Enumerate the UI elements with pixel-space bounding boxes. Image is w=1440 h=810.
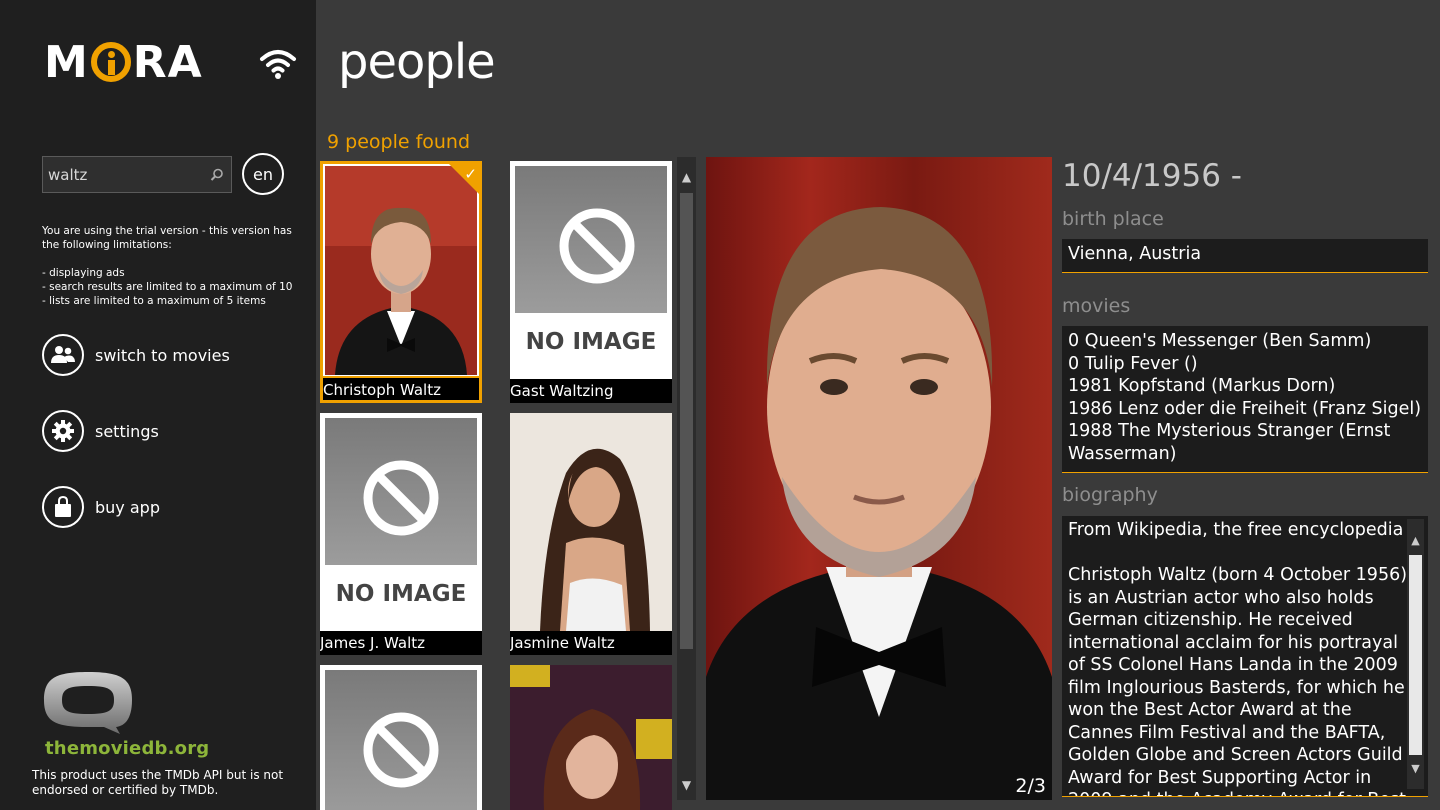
no-image-label: NO IMAGE bbox=[335, 581, 467, 607]
app-root: M RA en You are using the trial version … bbox=[0, 0, 1440, 810]
person-photo-large[interactable]: 2/3 bbox=[706, 157, 1052, 800]
gear-icon bbox=[42, 410, 84, 452]
people-list-scrollbar[interactable]: ▲ ▼ bbox=[677, 157, 696, 800]
movie-item[interactable]: 0 Tulip Fever () bbox=[1068, 353, 1422, 376]
switch-to-movies-label: switch to movies bbox=[95, 345, 230, 365]
switch-to-movies-button[interactable]: switch to movies bbox=[42, 334, 230, 376]
person-tile[interactable] bbox=[510, 665, 672, 810]
trial-notice: You are using the trial version - this v… bbox=[42, 224, 310, 308]
person-tile-james-j-waltz[interactable]: NO IMAGE James J. Waltz bbox=[320, 413, 482, 655]
no-image-placeholder bbox=[325, 670, 477, 810]
biography-panel[interactable]: From Wikipedia, the free encyclopedia Ch… bbox=[1062, 516, 1428, 797]
biography-heading: biography bbox=[1062, 484, 1158, 506]
scrollbar-thumb[interactable] bbox=[680, 193, 693, 649]
portrait-image bbox=[706, 157, 1052, 800]
no-image-icon bbox=[559, 208, 635, 284]
birth-place-value: Vienna, Austria bbox=[1062, 239, 1428, 273]
movie-item[interactable]: 1986 Lenz oder die Freiheit (Franz Sigel… bbox=[1068, 398, 1422, 421]
no-image-icon bbox=[363, 712, 439, 788]
movie-item[interactable]: 0 Queen's Messenger (Ben Samm) bbox=[1068, 330, 1422, 353]
search-input[interactable] bbox=[43, 165, 203, 184]
birth-date: 10/4/1956 - bbox=[1062, 158, 1242, 194]
movie-item[interactable]: 1988 The Mysterious Stranger (Ernst Wass… bbox=[1068, 420, 1422, 465]
person-tile[interactable] bbox=[320, 665, 482, 810]
selected-check-icon: ✓ bbox=[449, 164, 479, 194]
movie-item[interactable]: 1981 Kopfstand (Markus Dorn) bbox=[1068, 375, 1422, 398]
shopping-bag-icon bbox=[42, 486, 84, 528]
biography-text: From Wikipedia, the free encyclopedia Ch… bbox=[1068, 519, 1418, 796]
tmdb-disclaimer: This product uses the TMDb API but is no… bbox=[32, 768, 284, 797]
logo-text-right: RA bbox=[132, 36, 203, 88]
page-title: people bbox=[338, 34, 496, 90]
trial-line: - search results are limited to a maximu… bbox=[42, 281, 293, 293]
buy-app-label: buy app bbox=[95, 497, 160, 517]
search-icon[interactable] bbox=[203, 161, 231, 189]
photo-page-indicator: 2/3 bbox=[1015, 775, 1046, 797]
trial-line: - displaying ads bbox=[42, 267, 125, 279]
no-image-label: NO IMAGE bbox=[525, 329, 657, 355]
biography-body: Christoph Waltz (born 4 October 1956) is… bbox=[1068, 565, 1408, 796]
tmdb-logo-icon bbox=[44, 672, 132, 734]
scroll-down-icon[interactable]: ▼ bbox=[1407, 759, 1424, 779]
trial-line: You are using the trial version - this v… bbox=[42, 225, 292, 251]
scroll-down-icon[interactable]: ▼ bbox=[677, 775, 696, 795]
search-box bbox=[42, 156, 232, 193]
person-name: James J. Waltz bbox=[320, 631, 482, 655]
movies-heading: movies bbox=[1062, 295, 1131, 317]
person-name: Jasmine Waltz bbox=[510, 631, 672, 655]
person-photo bbox=[325, 166, 477, 375]
person-photo bbox=[510, 413, 672, 631]
biography-source: From Wikipedia, the free encyclopedia bbox=[1068, 520, 1404, 540]
tmdb-brand[interactable]: themoviedb.org bbox=[45, 738, 209, 759]
logo-info-icon bbox=[90, 42, 131, 82]
scrollbar-thumb[interactable] bbox=[1409, 555, 1422, 755]
no-image-icon bbox=[363, 460, 439, 536]
person-tile-christoph-waltz[interactable]: ✓ Christoph Waltz bbox=[320, 161, 482, 403]
scroll-up-icon[interactable]: ▲ bbox=[677, 167, 696, 187]
person-tile-jasmine-waltz[interactable]: Jasmine Waltz bbox=[510, 413, 672, 655]
sidebar: M RA en You are using the trial version … bbox=[0, 0, 316, 810]
people-icon bbox=[42, 334, 84, 376]
logo-text-left: M bbox=[44, 36, 89, 88]
movies-list[interactable]: 0 Queen's Messenger (Ben Samm) 0 Tulip F… bbox=[1062, 326, 1428, 473]
birth-place-heading: birth place bbox=[1062, 208, 1164, 230]
buy-app-button[interactable]: buy app bbox=[42, 486, 160, 528]
person-tile-gast-waltzing[interactable]: NO IMAGE Gast Waltzing bbox=[510, 161, 672, 403]
no-image-placeholder bbox=[515, 166, 667, 313]
settings-label: settings bbox=[95, 421, 159, 441]
app-logo: M RA bbox=[44, 36, 203, 88]
person-name: Christoph Waltz bbox=[323, 376, 479, 400]
person-name: Gast Waltzing bbox=[510, 379, 672, 403]
settings-button[interactable]: settings bbox=[42, 410, 159, 452]
result-count: 9 people found bbox=[327, 131, 471, 153]
wifi-icon bbox=[260, 50, 296, 79]
trial-line: - lists are limited to a maximum of 5 it… bbox=[42, 295, 266, 307]
scroll-up-icon[interactable]: ▲ bbox=[1407, 531, 1424, 551]
no-image-placeholder bbox=[325, 418, 477, 565]
biography-scrollbar[interactable]: ▲ ▼ bbox=[1407, 519, 1424, 789]
person-photo bbox=[510, 665, 672, 810]
language-button[interactable]: en bbox=[242, 153, 284, 195]
